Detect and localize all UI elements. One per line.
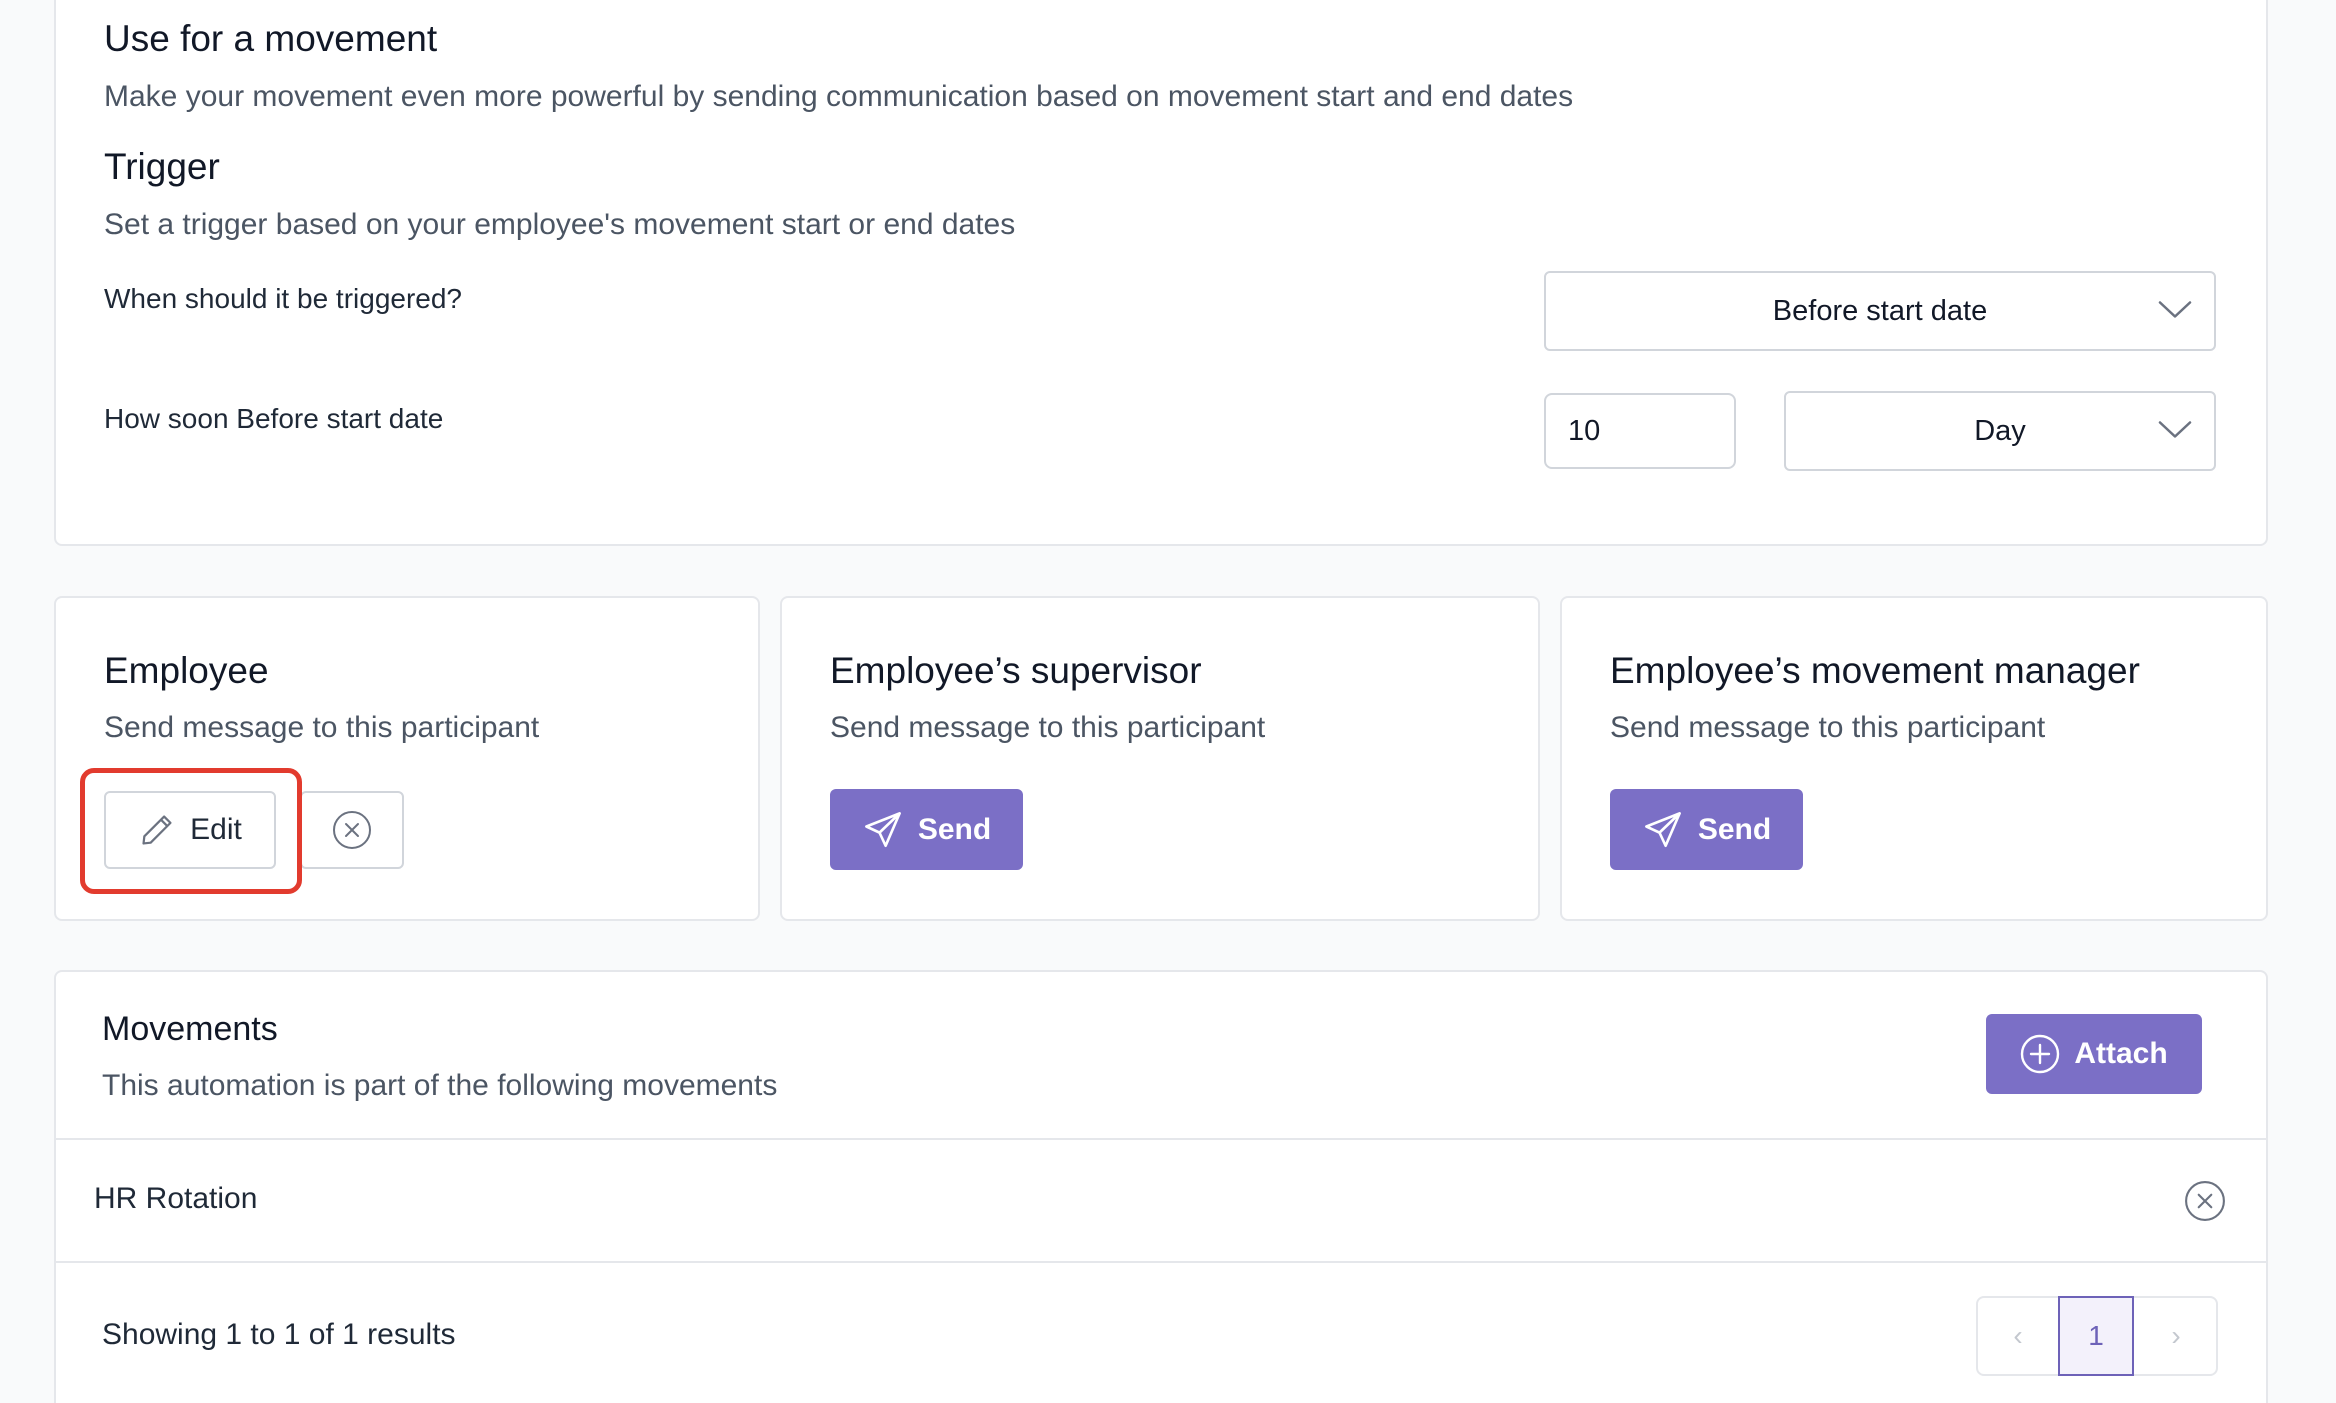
close-circle-icon: [333, 811, 371, 849]
pagination-prev-button[interactable]: ‹: [1980, 1300, 2056, 1372]
how-soon-unit-value: Day: [1974, 414, 2026, 447]
participant-title: Employee’s movement manager: [1610, 650, 2140, 691]
trigger-subtitle: Set a trigger based on your employee's m…: [104, 208, 1016, 241]
movement-section-title: Use for a movement: [104, 18, 438, 59]
edit-highlight: [80, 768, 302, 894]
results-summary: Showing 1 to 1 of 1 results: [102, 1318, 456, 1351]
plus-circle-icon: [2021, 1034, 2060, 1074]
participant-subtitle: Send message to this participant: [104, 711, 540, 744]
divider: [56, 1261, 2266, 1263]
close-circle-icon: [2185, 1181, 2225, 1221]
participant-card-supervisor: [780, 596, 1540, 921]
when-triggered-select[interactable]: Before start date: [1544, 271, 2216, 351]
how-soon-number-input[interactable]: [1544, 393, 1736, 469]
list-item[interactable]: HR Rotation: [56, 1140, 2266, 1260]
paper-plane-icon: [1644, 811, 1681, 847]
chevron-down-icon: [2158, 295, 2192, 328]
movements-subtitle: This automation is part of the following…: [102, 1069, 778, 1102]
attach-button[interactable]: Attach: [1986, 1014, 2202, 1094]
remove-movement-button[interactable]: [2184, 1180, 2226, 1222]
when-triggered-value: Before start date: [1772, 294, 1988, 327]
participant-subtitle: Send message to this participant: [1610, 711, 2046, 744]
send-button-label: Send: [1697, 812, 1772, 846]
paper-plane-icon: [864, 811, 901, 847]
participant-title: Employee’s supervisor: [830, 650, 1202, 691]
trigger-title: Trigger: [104, 146, 220, 187]
how-soon-label: How soon Before start date: [104, 403, 444, 434]
pagination-next-button[interactable]: ›: [2138, 1300, 2214, 1372]
movement-section-subtitle: Make your movement even more powerful by…: [104, 80, 1574, 113]
send-button-movement-manager[interactable]: Send: [1610, 789, 1803, 870]
movement-name: HR Rotation: [94, 1182, 258, 1215]
send-button-supervisor[interactable]: Send: [830, 789, 1023, 870]
attach-button-label: Attach: [2074, 1037, 2168, 1070]
movements-title: Movements: [102, 1010, 278, 1048]
when-triggered-label: When should it be triggered?: [104, 283, 462, 314]
how-soon-unit-select[interactable]: Day: [1784, 391, 2216, 471]
send-button-label: Send: [917, 812, 992, 846]
participant-title: Employee: [104, 650, 269, 691]
remove-participant-button[interactable]: [300, 791, 404, 869]
participant-subtitle: Send message to this participant: [830, 711, 1266, 744]
participant-card-movement-manager: [1560, 596, 2268, 921]
pagination-page-current[interactable]: 1: [2058, 1296, 2134, 1376]
chevron-down-icon: [2158, 415, 2192, 448]
